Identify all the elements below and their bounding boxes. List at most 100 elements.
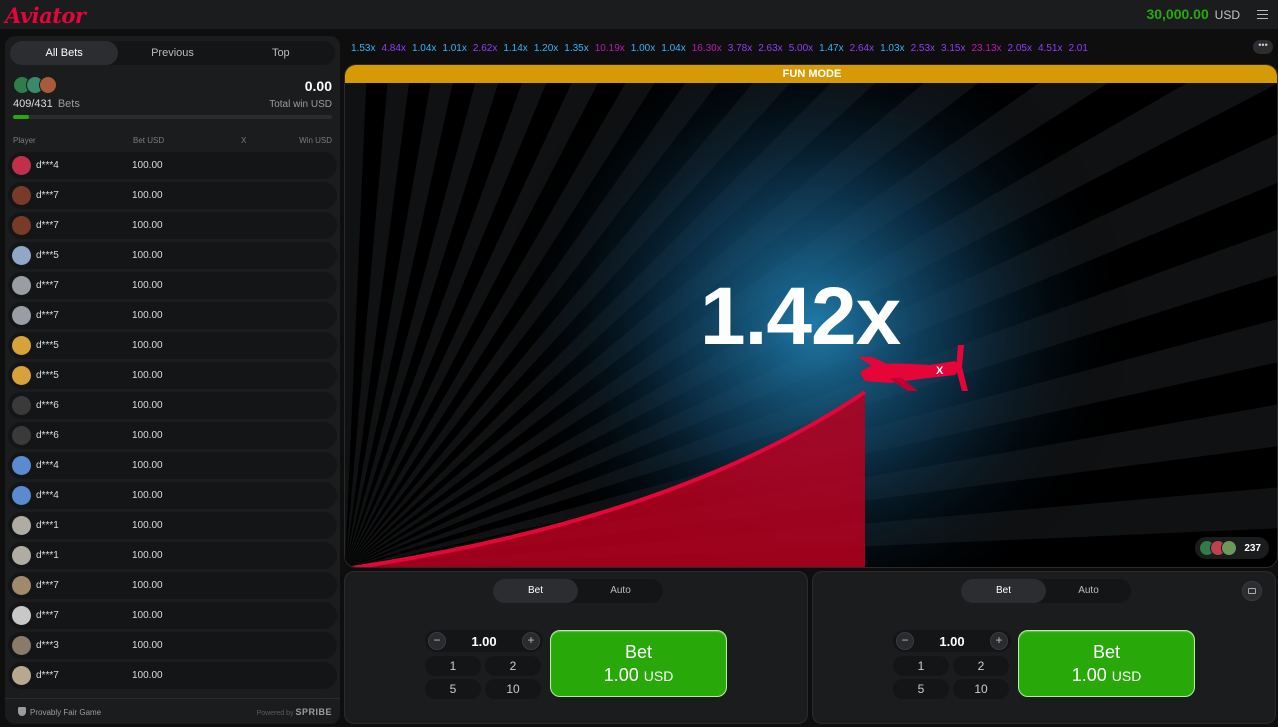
- tab-bet[interactable]: Bet: [961, 579, 1046, 603]
- history-multiplier[interactable]: 1.53x: [351, 40, 375, 56]
- bet-button-currency: USD: [643, 668, 674, 684]
- table-row: d***7 100.00: [8, 212, 337, 239]
- history-multiplier[interactable]: 1.47x: [819, 40, 843, 56]
- avatar: [12, 516, 31, 535]
- history-multiplier[interactable]: 1.20x: [534, 40, 558, 56]
- bet-mode-tabs: Bet Auto: [493, 579, 663, 603]
- bet-amount: 100.00: [132, 310, 163, 321]
- history-multiplier[interactable]: 3.15x: [941, 40, 965, 56]
- tab-top[interactable]: Top: [227, 41, 335, 65]
- player-name: d***1: [36, 550, 59, 561]
- tab-previous[interactable]: Previous: [118, 41, 226, 65]
- provably-fair-link[interactable]: Provably Fair Game: [18, 707, 101, 717]
- bet-button[interactable]: Bet 1.00 USD: [1018, 630, 1195, 697]
- table-row: d***1 100.00: [8, 542, 337, 569]
- player-name: d***5: [36, 370, 59, 381]
- player-name: d***4: [36, 460, 59, 471]
- avatar: [12, 246, 31, 265]
- history-multiplier[interactable]: 1.14x: [503, 40, 527, 56]
- fun-mode-banner: FUN MODE: [345, 65, 1277, 83]
- bet-amount: 100.00: [132, 670, 163, 681]
- history-multiplier[interactable]: 1.35x: [564, 40, 588, 56]
- bets-count-label: Bets: [57, 98, 80, 110]
- bet-amount: 100.00: [132, 460, 163, 471]
- history-multiplier[interactable]: 3.78x: [728, 40, 752, 56]
- tab-bet[interactable]: Bet: [493, 579, 578, 603]
- player-name: d***4: [36, 490, 59, 501]
- history-multiplier[interactable]: 23.13x: [972, 40, 1002, 56]
- quick-bet-2[interactable]: 2: [953, 656, 1009, 676]
- quick-bet-5[interactable]: 5: [425, 679, 481, 699]
- balance-currency: USD: [1214, 8, 1240, 22]
- player-name: d***7: [36, 190, 59, 201]
- bet-panel-1: Bet Auto − 1.00 + 1 2 5 10 Bet 1.00 USD: [344, 571, 808, 724]
- quick-bet-1[interactable]: 1: [893, 656, 949, 676]
- hamburger-menu-icon[interactable]: [1257, 7, 1268, 21]
- history-multiplier[interactable]: 16.30x: [692, 40, 722, 56]
- history-multiplier[interactable]: 2.62x: [473, 40, 497, 56]
- spribe-logo: SPRIBE: [295, 707, 332, 717]
- balance-display: 30,000.00 USD: [1146, 6, 1240, 22]
- player-name: d***5: [36, 340, 59, 351]
- avatar: [12, 576, 31, 595]
- history-multiplier[interactable]: 2.63x: [758, 40, 782, 56]
- bet-amount: 100.00: [132, 430, 163, 441]
- history-multiplier[interactable]: 2.01: [1068, 40, 1087, 56]
- history-multiplier[interactable]: 1.01x: [442, 40, 466, 56]
- history-multiplier[interactable]: 10.19x: [595, 40, 625, 56]
- avatar: [12, 636, 31, 655]
- remove-panel-button[interactable]: [1242, 581, 1262, 601]
- powered-by: Powered by SPRIBE: [257, 707, 332, 717]
- avatar: [39, 76, 57, 94]
- history-multiplier[interactable]: 4.51x: [1038, 40, 1062, 56]
- bet-amount: 100.00: [132, 490, 163, 501]
- history-multiplier[interactable]: 2.05x: [1008, 40, 1032, 56]
- bets-tabs: All Bets Previous Top: [10, 41, 335, 65]
- table-row: d***5 100.00: [8, 362, 337, 389]
- tab-auto[interactable]: Auto: [1046, 579, 1131, 603]
- bets-count-value: 409/431: [13, 98, 53, 110]
- bet-amount: 100.00: [132, 280, 163, 291]
- history-more-button[interactable]: •••: [1253, 40, 1273, 54]
- table-row: d***3 100.00: [8, 632, 337, 659]
- quick-bet-1[interactable]: 1: [425, 656, 481, 676]
- bet-amount: 100.00: [132, 250, 163, 261]
- bet-amount: 100.00: [132, 160, 163, 171]
- shield-icon: [18, 707, 26, 716]
- bet-button-amount: 1.00 USD: [1019, 665, 1194, 686]
- bet-amount-stepper: − 1.00 +: [425, 630, 543, 652]
- history-multiplier[interactable]: 4.84x: [381, 40, 405, 56]
- table-row: d***5 100.00: [8, 332, 337, 359]
- increase-bet-button[interactable]: +: [990, 632, 1008, 650]
- avatar: [12, 456, 31, 475]
- quick-bet-2[interactable]: 2: [485, 656, 541, 676]
- history-multiplier[interactable]: 2.64x: [850, 40, 874, 56]
- increase-bet-button[interactable]: +: [522, 632, 540, 650]
- bet-panel-2: Bet Auto − 1.00 + 1 2 5 10 Bet 1.00 USD: [812, 571, 1276, 724]
- avatar: [12, 306, 31, 325]
- top-header: Aviator 30,000.00 USD: [0, 0, 1278, 30]
- quick-bet-10[interactable]: 10: [953, 679, 1009, 699]
- history-multiplier[interactable]: 1.04x: [661, 40, 685, 56]
- avatar: [12, 396, 31, 415]
- avatar: [12, 546, 31, 565]
- bet-button[interactable]: Bet 1.00 USD: [550, 630, 727, 697]
- avatar: [12, 426, 31, 445]
- quick-bet-10[interactable]: 10: [485, 679, 541, 699]
- svg-text:X: X: [936, 365, 944, 377]
- bet-button-value: 1.00: [1071, 665, 1107, 685]
- bet-button-label: Bet: [624, 642, 653, 662]
- history-multiplier[interactable]: 1.03x: [880, 40, 904, 56]
- balance-amount: 30,000.00: [1146, 6, 1209, 22]
- tab-all-bets[interactable]: All Bets: [10, 41, 119, 65]
- bets-list: d***4 100.00 d***7 100.00 d***7 100.00 d***5 10…: [8, 152, 337, 692]
- player-name: d***3: [36, 640, 59, 651]
- tab-auto[interactable]: Auto: [578, 579, 663, 603]
- history-multiplier[interactable]: 2.53x: [911, 40, 935, 56]
- history-multiplier[interactable]: 1.04x: [412, 40, 436, 56]
- quick-bet-5[interactable]: 5: [893, 679, 949, 699]
- history-multiplier[interactable]: 1.00x: [631, 40, 655, 56]
- bet-button-currency: USD: [1111, 668, 1142, 684]
- player-name: d***7: [36, 610, 59, 621]
- history-multiplier[interactable]: 5.00x: [789, 40, 813, 56]
